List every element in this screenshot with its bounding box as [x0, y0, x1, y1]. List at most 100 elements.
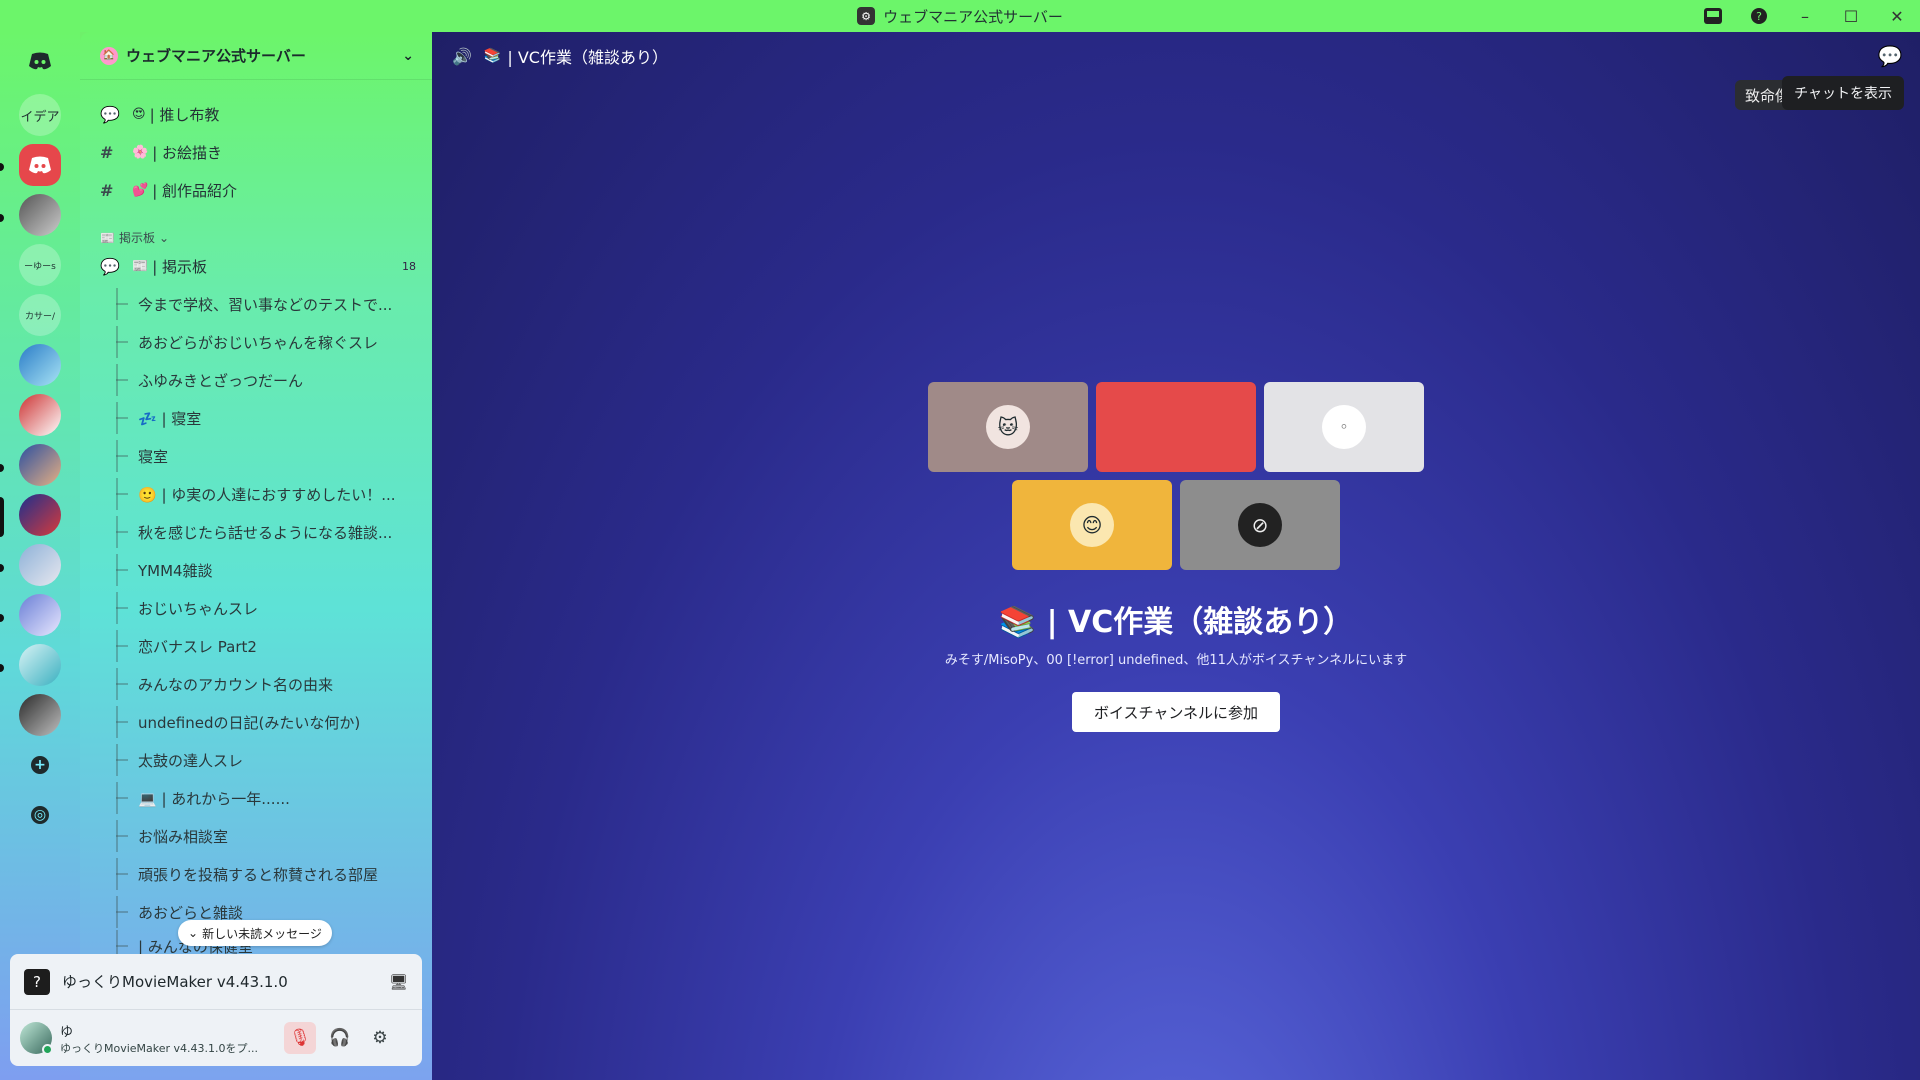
thread-item[interactable]: 💻 | あれから一年...... [116, 782, 416, 814]
user-row: ゆ ゆっくりMovieMaker v4.43.1.0をプ... 🎙 🎧 ⚙ [10, 1010, 422, 1066]
server-label: イデア [20, 109, 60, 125]
server-avatar[interactable] [19, 694, 61, 736]
thread-item[interactable]: 恋バナスレ Part2 [116, 630, 416, 662]
participant-tile[interactable]: 🐱 [928, 382, 1088, 472]
thread-name: 秋を感じたら話せるようになる雑談... [138, 523, 393, 542]
thread-item[interactable]: 寝室 [116, 440, 416, 472]
server-logo-icon: ⚙ [857, 7, 876, 25]
thread-name: みんなのアカウント名の由来 [138, 675, 334, 694]
participant-tile[interactable]: ⊘ [1180, 480, 1340, 570]
thread-name: 恋バナスレ Part2 [138, 637, 257, 656]
server-avatar[interactable] [19, 544, 61, 586]
chevron-down-icon: ⌄ [402, 47, 414, 64]
channel-title: | VC作業（雑談あり） [507, 48, 668, 67]
title-bar: ⚙ ウェブマニア公式サーバー ? – ☐ ✕ [0, 0, 1920, 32]
participant-tile[interactable]: 😊 [1012, 480, 1172, 570]
online-status-icon [42, 1044, 53, 1055]
channel-emoji: 🌸 [132, 144, 149, 160]
new-unread-button[interactable]: ⌄ 新しい未読メッセージ [178, 920, 332, 946]
hash-icon: # [100, 180, 114, 200]
thread-item[interactable]: 🙂 | ゆ実の人達におすすめしたい！... [116, 478, 416, 510]
server-avatar-current[interactable] [19, 494, 61, 536]
stream-icon[interactable]: 🖥 [389, 973, 408, 991]
help-icon[interactable]: ? [1736, 0, 1782, 32]
add-server-button[interactable]: + [19, 744, 61, 786]
server-avatar[interactable] [19, 444, 61, 486]
category-header[interactable]: 📰 掲示板 ⌄ [100, 229, 169, 246]
thread-name: あおどらがおじいちゃんを稼ぐスレ [138, 333, 379, 352]
settings-button[interactable]: ⚙ [364, 1022, 396, 1054]
channel-emoji: 📰 [132, 258, 149, 274]
thread-item[interactable]: 頑張りを投稿すると称賛される部屋 [116, 858, 416, 890]
thread-item[interactable]: おじいちゃんスレ [116, 592, 416, 624]
channel-name: | お絵描き [152, 143, 223, 162]
voice-main: 🔊 📚 | VC作業（雑談あり） 💬 致命傷で済 チャットを表示 🐱 ⚪ 😊 ⊘… [432, 32, 1920, 1080]
avatar: ⚪ [1322, 405, 1366, 449]
user-panel: ? ゆっくりMovieMaker v4.43.1.0 🖥 ゆ ゆっくりMovie… [10, 954, 422, 1066]
thread-item[interactable]: YMM4雑談 [116, 554, 416, 586]
channel-emoji: 💕 [132, 182, 149, 198]
chevron-down-icon: ⌄ [188, 926, 199, 940]
server-avatar[interactable] [19, 344, 61, 386]
participants-text: みそす/MisoPy、00 [!error] undefined、他11人がボイ… [944, 653, 1408, 668]
voice-channel-title: 📚 | VC作業（雑談あり） [432, 597, 1920, 641]
plus-icon: + [31, 756, 49, 774]
channel-item[interactable]: # 💕 | 創作品紹介 [94, 174, 420, 206]
thread-name: 💤 | 寝室 [138, 409, 202, 428]
mute-mic-button[interactable]: 🎙 [284, 1022, 316, 1054]
thread-item[interactable]: 秋を感じたら話せるようになる雑談... [116, 516, 416, 548]
channel-emoji: 📚 [483, 48, 502, 64]
participant-tile[interactable]: ⚪ [1264, 382, 1424, 472]
user-meta[interactable]: ゆ ゆっくりMovieMaker v4.43.1.0をプ... [60, 1021, 276, 1056]
server-avatar[interactable] [19, 394, 61, 436]
thread-item[interactable]: みんなのアカウント名の由来 [116, 668, 416, 700]
thread-item[interactable]: 今まで学校、習い事などのテストで... [116, 288, 416, 320]
close-button[interactable]: ✕ [1874, 0, 1920, 32]
thread-name: 🙂 | ゆ実の人達におすすめしたい！... [138, 485, 396, 504]
forum-icon: 💬 [100, 256, 120, 276]
server-avatar[interactable] [19, 194, 61, 236]
headphones-button[interactable]: 🎧 [324, 1022, 356, 1054]
app-icon: ? [24, 968, 50, 995]
thread-item[interactable]: 💤 | 寝室 [116, 402, 416, 434]
activity-row: ? ゆっくりMovieMaker v4.43.1.0 🖥 [10, 954, 422, 1010]
server-name: ウェブマニア公式サーバー [126, 47, 306, 65]
server-header[interactable]: 🏠 ウェブマニア公式サーバー ⌄ [80, 32, 432, 80]
chat-tooltip: チャットを表示 [1782, 76, 1904, 110]
channel-emoji: 📚 [998, 605, 1037, 640]
server-rail: イデア ーゆーs カサー/ + ◎ [0, 32, 80, 1080]
channel-item[interactable]: 💬 😍 | 推し布教 [94, 98, 420, 130]
channel-name: | VC作業（雑談あり） [1046, 605, 1354, 640]
maximize-button[interactable]: ☐ [1828, 0, 1874, 32]
speaker-icon: 🔊 [452, 46, 472, 66]
thread-item[interactable]: あおどらがおじいちゃんを稼ぐスレ [116, 326, 416, 358]
channel-item[interactable]: # 🌸 | お絵描き [94, 136, 420, 168]
server-yu[interactable]: ーゆーs [19, 244, 61, 286]
server-avatar[interactable] [19, 594, 61, 636]
discover-button[interactable]: ◎ [19, 794, 61, 836]
server-kasa[interactable]: カサー/ [19, 294, 61, 336]
thread-name: undefinedの日記(みたいな何か) [138, 713, 361, 732]
home-button[interactable] [19, 40, 61, 82]
chat-bubble-icon[interactable]: 💬 [1876, 42, 1904, 70]
thread-item[interactable]: 太鼓の達人スレ [116, 744, 416, 776]
thread-name: ふゆみきとざっつだーん [138, 371, 304, 390]
user-name: ゆ [60, 1024, 74, 1040]
minimize-button[interactable]: – [1782, 0, 1828, 32]
server-avatar[interactable] [19, 644, 61, 686]
avatar: 🐱 [986, 405, 1030, 449]
server-idea[interactable]: イデア [19, 94, 61, 136]
thread-name: お悩み相談室 [138, 827, 229, 846]
forum-channel[interactable]: 💬 📰 | 掲示板 18 [94, 250, 420, 282]
server-discord[interactable] [19, 144, 61, 186]
join-voice-button[interactable]: ボイスチャンネルに参加 [1072, 692, 1280, 732]
thread-item[interactable]: お悩み相談室 [116, 820, 416, 852]
channel-sidebar: 🏠 ウェブマニア公式サーバー ⌄ 💬 😍 | 推し布教 # 🌸 | お絵描き #… [80, 32, 432, 1080]
thread-item[interactable]: ふゆみきとざっつだーん [116, 364, 416, 396]
thread-item[interactable]: undefinedの日記(みたいな何か) [116, 706, 416, 738]
avatar[interactable] [20, 1022, 53, 1055]
inbox-icon[interactable] [1690, 0, 1736, 32]
participant-tile[interactable] [1096, 382, 1256, 472]
forum-icon: 💬 [100, 104, 120, 124]
thread-name: 寝室 [138, 447, 169, 466]
